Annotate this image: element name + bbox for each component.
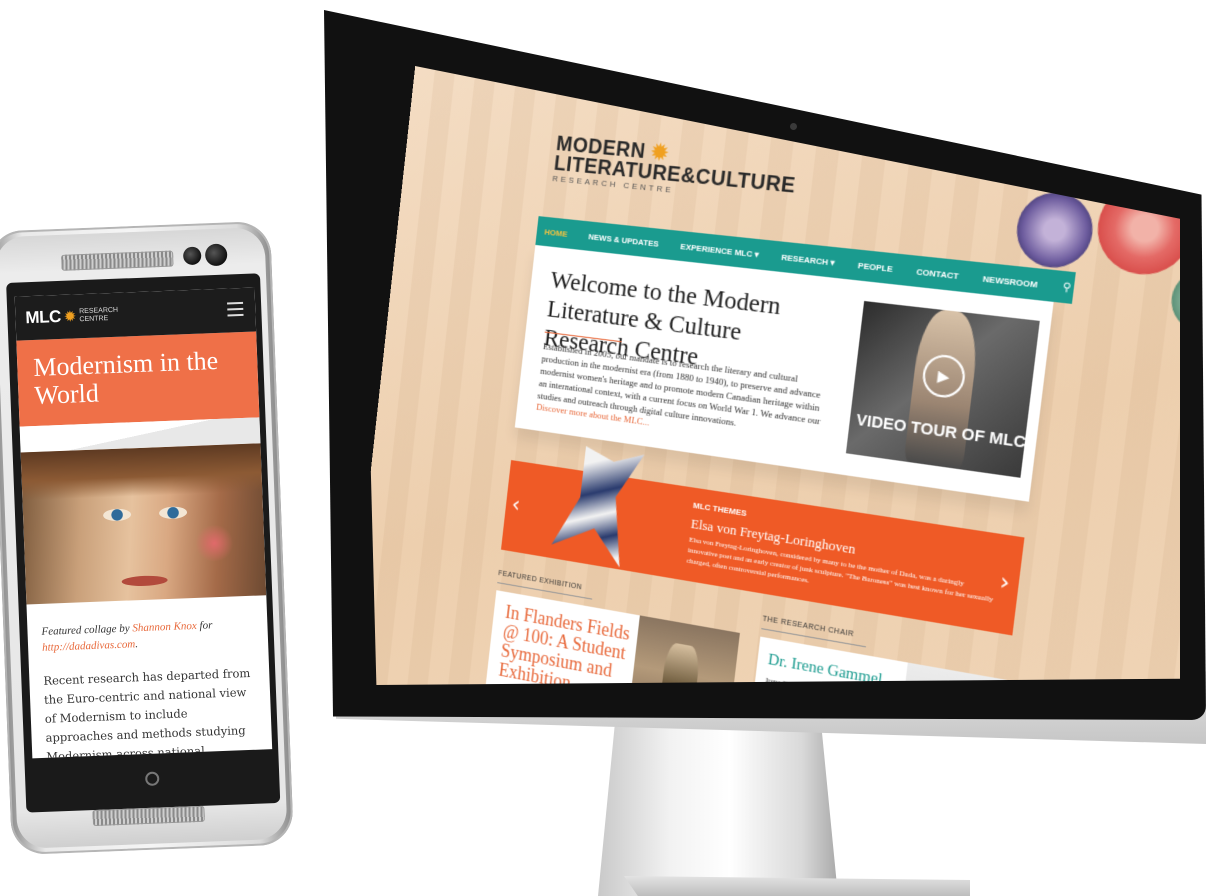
site-logo[interactable]: MODERN ✹ LITERATURE&CULTURE RESEARCH CEN… [552, 130, 800, 206]
phone-sensor [182, 246, 202, 266]
logo-sub-line-2: CENTRE [79, 315, 109, 324]
mobile-logo-subtitle: RESEARCH CENTRE [79, 307, 118, 324]
research-chair-label: THE RESEARCH CHAIR [762, 615, 855, 639]
monitor-stand-base [624, 876, 970, 896]
featured-exhibition-card[interactable]: In Flanders Fields @ 100: A Student Symp… [482, 590, 740, 685]
painting-hair [20, 443, 263, 501]
nav-research[interactable]: RESEARCH ▾ [781, 252, 836, 267]
nav-newsroom[interactable]: NEWSROOM [982, 273, 1038, 289]
nav-people[interactable]: PEOPLE [857, 260, 893, 274]
painting-eye-right [158, 506, 188, 520]
smartphone-device: MLC ✹ RESEARCH CENTRE Modernism in the W… [0, 220, 294, 856]
mobile-header: MLC ✹ RESEARCH CENTRE [14, 287, 257, 341]
caption-artist-link[interactable]: Shannon Knox [132, 620, 197, 634]
chevron-right-icon[interactable]: › [998, 568, 1011, 597]
painting-cheek [193, 524, 235, 562]
phone-bezel: MLC ✹ RESEARCH CENTRE Modernism in the W… [6, 273, 281, 813]
themes-kicker: MLC THEMES [692, 500, 748, 519]
nav-home[interactable]: HOME [544, 227, 568, 239]
phone-front-camera [204, 243, 228, 267]
phone-front-panel: MLC ✹ RESEARCH CENTRE Modernism in the W… [0, 227, 288, 849]
monitor-screen: MODERN ✹ LITERATURE&CULTURE RESEARCH CEN… [360, 55, 1180, 685]
caption-prefix: Featured collage by [41, 622, 133, 638]
soldier-figure [654, 641, 702, 685]
flower-icon [1012, 189, 1097, 272]
featured-title[interactable]: In Flanders Fields @ 100: A Student Symp… [498, 601, 631, 685]
caption-site-link[interactable]: http://dadadivas.com [42, 638, 136, 654]
phone-bottom-speaker [92, 805, 205, 827]
hamburger-menu-icon[interactable] [227, 301, 244, 317]
nav-contact[interactable]: CONTACT [916, 266, 959, 280]
mobile-logo[interactable]: MLC [25, 307, 61, 328]
featured-exhibition-label: FEATURED EXHIBITION [497, 569, 583, 592]
painting-lips [121, 575, 168, 587]
collage-painting-image [20, 443, 267, 605]
flower-icon [1167, 266, 1180, 336]
painting-eye-left [102, 508, 132, 522]
research-chair-card[interactable]: Dr. Irene Gammel Irene Gammel is the aut… [745, 636, 1007, 685]
video-tour-thumbnail[interactable]: ▶ VIDEO TOUR OF MLC [845, 300, 1040, 478]
phone-screen: MLC ✹ RESEARCH CENTRE Modernism in the W… [14, 287, 273, 759]
mobile-hero-title: Modernism in the World [16, 331, 260, 427]
maple-leaf-icon: ✹ [63, 307, 77, 326]
phone-top-speaker [61, 250, 174, 271]
nav-experience-mlc[interactable]: EXPERIENCE MLC ▾ [680, 241, 759, 259]
caption-mid: for [196, 619, 213, 632]
nav-news-updates[interactable]: NEWS & UPDATES [588, 231, 659, 248]
caption-end: . [135, 638, 139, 651]
soldier-photo-image [625, 615, 740, 685]
desktop-webpage: MODERN ✹ LITERATURE&CULTURE RESEARCH CEN… [360, 55, 1180, 685]
mobile-body-text: Recent research has departed from the Eu… [43, 665, 251, 759]
chevron-left-icon[interactable]: ‹ [510, 491, 521, 518]
dancer-illustration [539, 441, 668, 573]
collage-caption: Featured collage by Shannon Knox for htt… [26, 595, 268, 662]
monitor-camera-icon [790, 123, 797, 130]
search-icon[interactable]: ⚲ [1062, 281, 1072, 294]
phone-home-button[interactable] [144, 771, 160, 787]
